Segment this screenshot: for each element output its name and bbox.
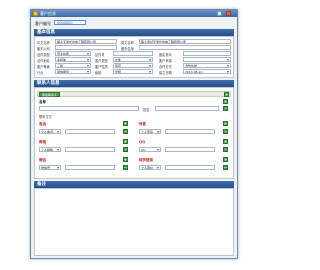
remove-phone-icon[interactable]: − [123, 129, 128, 134]
fax-label: 传真 [139, 122, 146, 126]
window-titlebar: 客户信息 [31, 10, 237, 17]
shareholder-input[interactable] [55, 45, 117, 50]
contact-surname-input[interactable] [155, 106, 219, 111]
customer-level-select[interactable]: 三级 [55, 63, 91, 68]
chinese-name-input[interactable]: 每人天津长益电工程有限公司 [55, 39, 117, 44]
phone-label: 电话 [39, 122, 46, 126]
industry-select[interactable]: 通信服务 [55, 69, 91, 74]
remove-email-icon[interactable]: − [123, 147, 128, 152]
qq-label: QQ [139, 140, 145, 144]
field-label: 建立日期 [159, 71, 172, 75]
window-title: 客户信息 [40, 11, 56, 16]
contacts-panel: 添加联系人 + 名称 + 姓名 − 联系方式 电话 + 个人电话 − 传真 + … [34, 87, 234, 179]
capital-input[interactable] [183, 51, 231, 56]
customer-info-window: 客户信息 客户编号 0000000 基本信息 中文名称 每人天津长益电工程有限公… [30, 9, 238, 259]
contacts-toolbar: 添加联系人 + [37, 91, 231, 97]
remove-name-icon[interactable]: − [223, 106, 228, 111]
minimize-button[interactable] [217, 11, 222, 16]
id-number-input[interactable] [113, 51, 153, 56]
close-button[interactable] [226, 11, 231, 16]
contact-methods-label: 联系方式 [39, 115, 52, 119]
grade-select[interactable]: 合规 [113, 69, 153, 74]
remove-website-icon[interactable]: − [223, 165, 228, 170]
phone-input[interactable] [65, 129, 115, 134]
email-label: 邮箱 [39, 140, 46, 144]
id-address-select[interactable]: 多媒体 [55, 57, 91, 62]
qq-type-select[interactable]: QQ [139, 147, 161, 152]
website-label: 网页链接 [139, 158, 153, 162]
notes-header: 备注 [34, 181, 234, 188]
customer-number-row: 客户编号 0000000 [34, 19, 234, 27]
website-input[interactable] [165, 165, 215, 170]
remove-qq-icon[interactable]: − [223, 147, 228, 152]
website-type-select[interactable]: 个人网址 [139, 165, 161, 170]
created-date-input[interactable]: 2013-08-10 [183, 69, 231, 74]
customer-number-input[interactable]: 0000000 [54, 20, 86, 25]
basic-row: 行业 通信服务 级别 合规 建立日期 2013-08-10 [37, 69, 233, 75]
credit-input[interactable] [139, 45, 231, 50]
remove-wechat-icon[interactable]: − [123, 165, 128, 170]
add-qq-icon[interactable]: + [223, 139, 228, 144]
wechat-input[interactable] [65, 165, 115, 170]
fax-input[interactable] [165, 129, 215, 134]
email-type-select[interactable]: 个人邮箱 [39, 147, 61, 152]
wechat-label: 微信 [39, 158, 46, 162]
email-input[interactable] [65, 147, 115, 152]
add-website-icon[interactable]: + [223, 157, 228, 162]
customer-number-label: 客户编号 [35, 21, 51, 26]
add-fax-icon[interactable]: + [223, 121, 228, 126]
field-label: 行业 [37, 71, 44, 75]
add-name-icon[interactable]: + [223, 99, 228, 104]
basic-info-header: 基本信息 [34, 29, 234, 36]
wechat-type-select[interactable]: 微信号 [39, 165, 61, 170]
contact-name-input[interactable] [39, 106, 139, 111]
add-phone-icon[interactable]: + [123, 121, 128, 126]
add-contact-plus-icon[interactable]: + [224, 92, 229, 97]
contact-name-label: 名称 [39, 100, 46, 104]
remove-fax-icon[interactable]: − [223, 129, 228, 134]
add-wechat-icon[interactable]: + [123, 157, 128, 162]
phone-type-select[interactable]: 个人电话 [39, 129, 61, 134]
fax-type-select[interactable]: 个人传真 [139, 129, 161, 134]
customer-source-select[interactable] [183, 57, 231, 62]
app-icon [33, 11, 38, 16]
add-email-icon[interactable]: + [123, 139, 128, 144]
qq-input[interactable] [165, 147, 215, 152]
customer-nature-select[interactable]: 民营 [113, 63, 153, 68]
english-name-input[interactable]: 每人测试天津长益电工程有限公司 [139, 39, 231, 44]
contacts-header: 联系人信息 [34, 80, 234, 87]
add-contact-button[interactable]: 添加联系人 [39, 92, 61, 97]
basic-info-panel: 中文名称 每人天津长益电工程有限公司 英文名称 每人测试天津长益电工程有限公司 … [34, 36, 234, 78]
notes-textarea[interactable] [34, 188, 234, 256]
contact-name-field-label: 姓名 [143, 108, 150, 112]
field-label: 级别 [95, 71, 102, 75]
id-type-select[interactable]: 营业执照 [55, 51, 91, 56]
cooperation-select[interactable]: 合作伙伴 [183, 63, 231, 68]
customer-type-select[interactable]: IT类 [113, 57, 153, 62]
